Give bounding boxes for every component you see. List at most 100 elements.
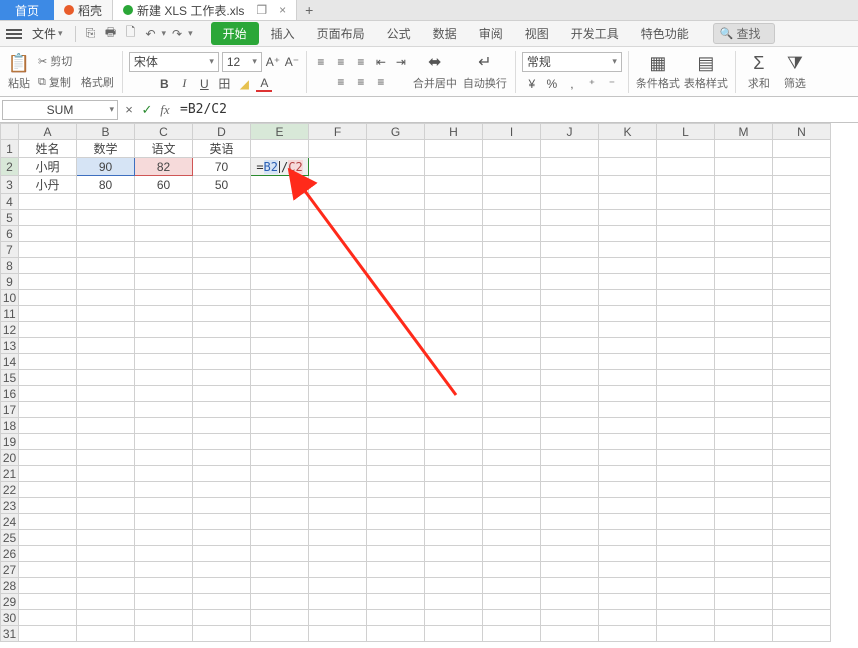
cell-G20[interactable] xyxy=(367,450,425,466)
ribbon-tab-insert[interactable]: 插入 xyxy=(261,22,305,45)
cell-L24[interactable] xyxy=(657,514,715,530)
cell-A30[interactable] xyxy=(19,610,77,626)
cell-C9[interactable] xyxy=(135,274,193,290)
cell-K19[interactable] xyxy=(599,434,657,450)
cell-N26[interactable] xyxy=(773,546,831,562)
cell-I16[interactable] xyxy=(483,386,541,402)
cell-C24[interactable] xyxy=(135,514,193,530)
cell-J9[interactable] xyxy=(541,274,599,290)
cell-M28[interactable] xyxy=(715,578,773,594)
col-header-D[interactable]: D xyxy=(193,124,251,140)
cell-A12[interactable] xyxy=(19,322,77,338)
cell-K24[interactable] xyxy=(599,514,657,530)
cell-M15[interactable] xyxy=(715,370,773,386)
cell-C28[interactable] xyxy=(135,578,193,594)
hamburger-icon[interactable] xyxy=(6,29,22,39)
cell-B16[interactable] xyxy=(77,386,135,402)
cell-I20[interactable] xyxy=(483,450,541,466)
cell-D18[interactable] xyxy=(193,418,251,434)
cell-A3[interactable]: 小丹 xyxy=(19,176,77,194)
cell-I4[interactable] xyxy=(483,194,541,210)
cell-G22[interactable] xyxy=(367,482,425,498)
cell-J18[interactable] xyxy=(541,418,599,434)
cell-M26[interactable] xyxy=(715,546,773,562)
ribbon-tab-layout[interactable]: 页面布局 xyxy=(307,22,375,45)
cell-B2[interactable]: 90 xyxy=(77,158,135,176)
cell-N15[interactable] xyxy=(773,370,831,386)
cell-F21[interactable] xyxy=(309,466,367,482)
cell-C15[interactable] xyxy=(135,370,193,386)
cell-F26[interactable] xyxy=(309,546,367,562)
cell-E25[interactable] xyxy=(251,530,309,546)
cell-F7[interactable] xyxy=(309,242,367,258)
cell-G4[interactable] xyxy=(367,194,425,210)
name-box[interactable]: SUM xyxy=(2,100,118,120)
cell-D8[interactable] xyxy=(193,258,251,274)
cell-F22[interactable] xyxy=(309,482,367,498)
row-header-28[interactable]: 28 xyxy=(1,578,19,594)
cell-G3[interactable] xyxy=(367,176,425,194)
cell-H5[interactable] xyxy=(425,210,483,226)
cell-N25[interactable] xyxy=(773,530,831,546)
decrease-decimal-button[interactable]: ⁻ xyxy=(604,76,620,92)
cell-G25[interactable] xyxy=(367,530,425,546)
cell-C1[interactable]: 语文 xyxy=(135,140,193,158)
cell-A27[interactable] xyxy=(19,562,77,578)
row-header-6[interactable]: 6 xyxy=(1,226,19,242)
cell-J2[interactable] xyxy=(541,158,599,176)
cell-K28[interactable] xyxy=(599,578,657,594)
cell-I1[interactable] xyxy=(483,140,541,158)
cell-M14[interactable] xyxy=(715,354,773,370)
cell-D3[interactable]: 50 xyxy=(193,176,251,194)
format-painter-button[interactable]: 格式刷 xyxy=(79,73,116,91)
cell-M10[interactable] xyxy=(715,290,773,306)
cell-G6[interactable] xyxy=(367,226,425,242)
cell-N22[interactable] xyxy=(773,482,831,498)
cell-A25[interactable] xyxy=(19,530,77,546)
cell-C7[interactable] xyxy=(135,242,193,258)
cell-C11[interactable] xyxy=(135,306,193,322)
cell-N10[interactable] xyxy=(773,290,831,306)
cell-D10[interactable] xyxy=(193,290,251,306)
cell-E17[interactable] xyxy=(251,402,309,418)
filter-button[interactable]: ⧩ 筛选 xyxy=(778,50,812,94)
cell-H29[interactable] xyxy=(425,594,483,610)
cell-C19[interactable] xyxy=(135,434,193,450)
row-header-24[interactable]: 24 xyxy=(1,514,19,530)
cell-B11[interactable] xyxy=(77,306,135,322)
cell-G8[interactable] xyxy=(367,258,425,274)
cell-G10[interactable] xyxy=(367,290,425,306)
cell-C3[interactable]: 60 xyxy=(135,176,193,194)
cell-G28[interactable] xyxy=(367,578,425,594)
cell-J11[interactable] xyxy=(541,306,599,322)
cell-H17[interactable] xyxy=(425,402,483,418)
cell-D4[interactable] xyxy=(193,194,251,210)
cell-K21[interactable] xyxy=(599,466,657,482)
cell-A31[interactable] xyxy=(19,626,77,642)
cell-E28[interactable] xyxy=(251,578,309,594)
cell-D17[interactable] xyxy=(193,402,251,418)
cell-G11[interactable] xyxy=(367,306,425,322)
cell-B23[interactable] xyxy=(77,498,135,514)
cell-B28[interactable] xyxy=(77,578,135,594)
cell-N11[interactable] xyxy=(773,306,831,322)
cell-B26[interactable] xyxy=(77,546,135,562)
cell-F5[interactable] xyxy=(309,210,367,226)
cell-F27[interactable] xyxy=(309,562,367,578)
cell-I30[interactable] xyxy=(483,610,541,626)
cell-E13[interactable] xyxy=(251,338,309,354)
cell-N3[interactable] xyxy=(773,176,831,194)
cell-E16[interactable] xyxy=(251,386,309,402)
cell-I15[interactable] xyxy=(483,370,541,386)
cell-I23[interactable] xyxy=(483,498,541,514)
cell-E31[interactable] xyxy=(251,626,309,642)
align-top-button[interactable]: ≡ xyxy=(313,54,329,70)
cell-F24[interactable] xyxy=(309,514,367,530)
row-header-20[interactable]: 20 xyxy=(1,450,19,466)
ribbon-tab-view[interactable]: 视图 xyxy=(515,22,559,45)
cell-N23[interactable] xyxy=(773,498,831,514)
cell-D12[interactable] xyxy=(193,322,251,338)
cell-J10[interactable] xyxy=(541,290,599,306)
cell-H25[interactable] xyxy=(425,530,483,546)
tab-home[interactable]: 首页 xyxy=(0,0,54,20)
